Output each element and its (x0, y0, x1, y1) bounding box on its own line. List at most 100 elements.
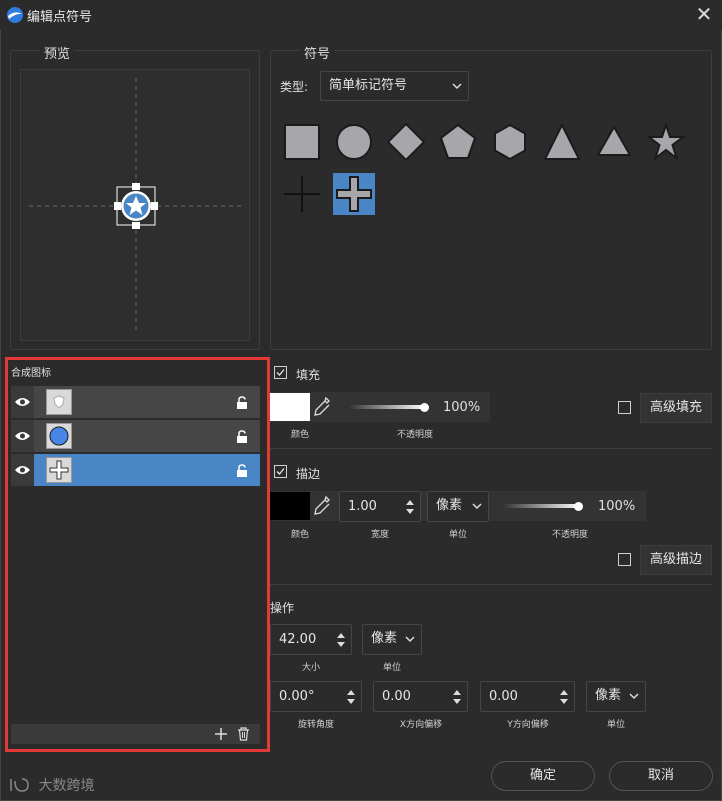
shape-cross-thin[interactable] (281, 173, 323, 215)
stroke-unit-select[interactable]: 像素 (427, 491, 489, 522)
fill-checkbox[interactable] (274, 366, 287, 379)
cancel-button[interactable]: 取消 (609, 761, 713, 791)
fill-opacity-slider[interactable] (345, 405, 425, 409)
size-unit-value: 像素 (371, 631, 398, 646)
watermark-logo-icon (10, 778, 29, 792)
advanced-fill-checkbox[interactable] (618, 401, 631, 414)
layer-row[interactable] (11, 420, 260, 452)
preview-canvas (20, 69, 250, 341)
cross-icon (336, 176, 372, 212)
unlock-icon[interactable] (236, 430, 248, 443)
rotation-value: 0.00° (279, 689, 315, 704)
stroke-unit-caption: 单位 (448, 530, 467, 540)
offset-unit-caption: 单位 (606, 720, 625, 730)
circle-icon (49, 426, 69, 446)
y-offset-value: 0.00 (489, 689, 518, 704)
size-value: 42.00 (279, 632, 317, 647)
layer-item[interactable] (34, 386, 260, 418)
spinner-arrows-icon[interactable] (452, 688, 462, 706)
preview-symbol (29, 78, 243, 334)
shape-square[interactable] (281, 121, 323, 163)
shield-star-thumbnail (46, 389, 72, 415)
eyedropper-icon[interactable] (313, 396, 331, 418)
x-offset-input[interactable]: 0.00 (373, 681, 468, 712)
layers-toolbar (11, 724, 260, 744)
watermark-text: 大数跨境 (38, 778, 95, 794)
close-icon[interactable]: ✕ (692, 2, 716, 26)
eye-icon[interactable] (14, 464, 31, 476)
shape-circle[interactable] (333, 121, 375, 163)
stroke-color-swatch[interactable] (270, 492, 310, 520)
separator (270, 448, 712, 449)
eye-icon[interactable] (14, 396, 31, 408)
add-icon[interactable] (214, 727, 228, 741)
stroke-opacity-knob[interactable] (574, 502, 583, 511)
size-unit-caption: 单位 (382, 663, 401, 673)
eyedropper-icon[interactable] (313, 495, 331, 517)
advanced-fill-button[interactable]: 高级填充 (640, 393, 712, 423)
shape-triangle[interactable] (541, 121, 583, 163)
preview-group-title: 预览 (40, 43, 75, 62)
spinner-arrows-icon[interactable] (346, 688, 356, 706)
fill-opacity-caption: 不透明度 (396, 430, 433, 440)
stroke-width-input[interactable]: 1.00 (339, 491, 421, 522)
chevron-down-icon (405, 636, 415, 643)
shape-star[interactable] (645, 121, 687, 163)
title-bar (0, 0, 722, 30)
pentagon-icon (439, 123, 477, 159)
watermark: 大数跨境 (8, 775, 108, 795)
shield-icon (53, 395, 65, 409)
window-title: 编辑点符号 (27, 10, 93, 25)
diamond-icon (386, 122, 426, 162)
offset-unit-value: 像素 (595, 688, 622, 703)
spinner-arrows-icon[interactable] (559, 688, 569, 706)
advanced-stroke-checkbox[interactable] (618, 553, 631, 566)
offset-unit-select[interactable]: 像素 (586, 681, 646, 712)
y-offset-input[interactable]: 0.00 (480, 681, 575, 712)
advanced-stroke-button[interactable]: 高级描边 (640, 545, 712, 575)
fill-opacity-knob[interactable] (420, 403, 429, 412)
size-input[interactable]: 42.00 (270, 624, 352, 655)
check-icon (276, 369, 285, 376)
x-offset-caption: X方向偏移 (399, 720, 443, 730)
layer-item-selected[interactable] (34, 454, 260, 486)
spinner-arrows-icon[interactable] (336, 631, 346, 649)
fill-color-swatch[interactable] (270, 393, 310, 421)
thin-cross-icon (284, 176, 320, 212)
operation-title: 操作 (270, 601, 295, 615)
trash-icon[interactable] (237, 727, 250, 741)
shape-hexagon[interactable] (489, 121, 531, 163)
stroke-label: 描边 (296, 467, 321, 481)
symbol-type-select[interactable]: 简单标记符号 (320, 71, 469, 101)
eye-icon[interactable] (14, 430, 31, 442)
check-icon (276, 468, 285, 475)
spinner-arrows-icon[interactable] (405, 498, 415, 516)
unlock-icon[interactable] (236, 396, 248, 409)
shape-diamond[interactable] (385, 121, 427, 163)
fill-label: 填充 (296, 368, 321, 382)
unlock-icon[interactable] (236, 464, 248, 477)
chevron-down-icon (629, 693, 639, 700)
cross-icon (49, 460, 69, 480)
layer-row[interactable] (11, 454, 260, 486)
shape-cross[interactable] (333, 173, 375, 215)
hexagon-icon (494, 123, 526, 161)
shape-triangle-small[interactable] (593, 121, 635, 163)
square-icon (284, 124, 320, 160)
triangle-icon (543, 122, 581, 160)
shape-pentagon[interactable] (437, 121, 479, 163)
size-unit-select[interactable]: 像素 (362, 624, 422, 655)
stroke-checkbox[interactable] (274, 465, 287, 478)
star-icon (646, 121, 686, 161)
stroke-width-caption: 宽度 (370, 530, 389, 540)
rotation-input[interactable]: 0.00° (270, 681, 362, 712)
stroke-opacity-slider[interactable] (500, 504, 580, 508)
triangle-small-icon (596, 124, 632, 156)
layer-item[interactable] (34, 420, 260, 452)
ok-button[interactable]: 确定 (491, 761, 595, 791)
fill-color-caption: 颜色 (290, 430, 309, 440)
fill-opacity-value: 100% (443, 400, 481, 415)
layer-row[interactable] (11, 386, 260, 418)
stroke-width-value: 1.00 (348, 499, 377, 514)
size-caption: 大小 (301, 663, 320, 673)
